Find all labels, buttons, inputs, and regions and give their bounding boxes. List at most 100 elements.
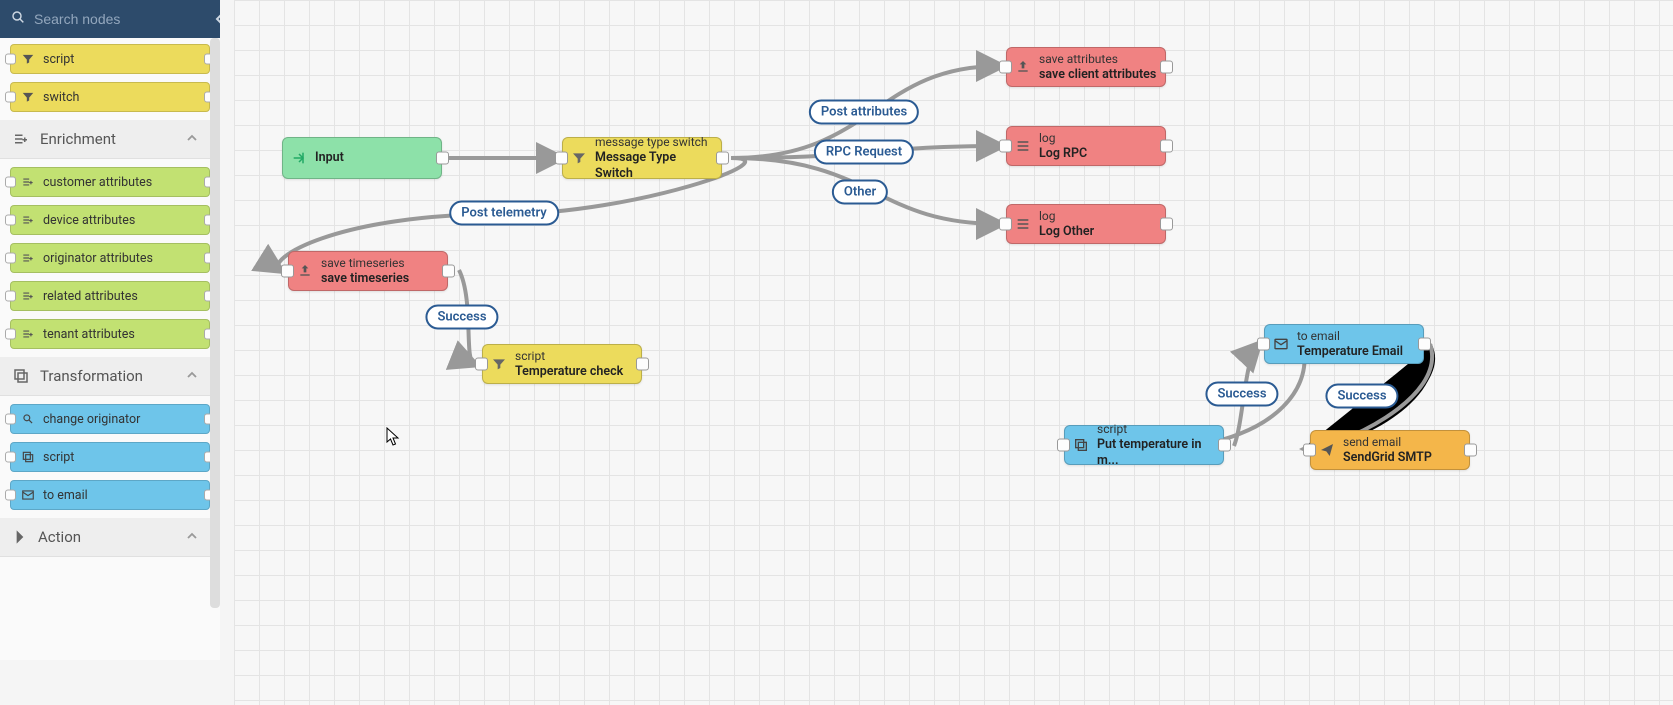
- node-port[interactable]: [555, 152, 568, 165]
- node-port[interactable]: [5, 452, 16, 463]
- collapse-sidebar-button[interactable]: [215, 10, 220, 28]
- node-port[interactable]: [1303, 444, 1316, 457]
- palette-node-change-originator[interactable]: change originator: [10, 404, 210, 434]
- edge-label-success[interactable]: Success: [1325, 384, 1398, 409]
- enrich-icon: [21, 213, 35, 227]
- section-transformation[interactable]: Transformation: [0, 357, 220, 396]
- palette-node-switch[interactable]: switch: [10, 82, 210, 112]
- palette-node-label: script: [43, 450, 74, 465]
- search-input[interactable]: [34, 11, 215, 27]
- send-icon: [1319, 442, 1335, 458]
- node-port[interactable]: [436, 152, 449, 165]
- node-port[interactable]: [1418, 338, 1431, 351]
- input-icon: [291, 150, 307, 166]
- section-action[interactable]: Action: [0, 518, 220, 557]
- node-port[interactable]: [999, 218, 1012, 231]
- palette-node-originator-attributes[interactable]: originator attributes: [10, 243, 210, 273]
- search-bar: [0, 0, 220, 38]
- search-replace-icon: [21, 412, 35, 426]
- enrich-icon: [21, 175, 35, 189]
- node-port[interactable]: [1160, 218, 1173, 231]
- canvas[interactable]: Input message type switch Message Type S…: [234, 0, 1673, 705]
- node-input[interactable]: Input: [282, 137, 442, 179]
- list-icon: [1015, 138, 1031, 154]
- node-name-label: Log RPC: [1039, 146, 1087, 162]
- palette-node-label: to email: [43, 488, 88, 503]
- node-port[interactable]: [1464, 444, 1477, 457]
- node-label: Input: [315, 150, 344, 166]
- node-log-other[interactable]: log Log Other: [1006, 204, 1166, 244]
- edge-label-rpc-request[interactable]: RPC Request: [814, 140, 914, 165]
- chevron-up-icon: [186, 130, 208, 148]
- node-port[interactable]: [5, 92, 16, 103]
- edge-label-success[interactable]: Success: [425, 305, 498, 330]
- palette-node-script[interactable]: script: [10, 44, 210, 74]
- node-name-label: SendGrid SMTP: [1343, 450, 1432, 466]
- palette-node-label: change originator: [43, 412, 140, 427]
- node-temperature-check[interactable]: script Temperature check: [482, 344, 642, 384]
- node-port[interactable]: [1160, 61, 1173, 74]
- edge-label-other[interactable]: Other: [832, 180, 888, 205]
- filter-icon: [571, 150, 587, 166]
- palette-node-device-attributes[interactable]: device attributes: [10, 205, 210, 235]
- palette-node-transform-script[interactable]: script: [10, 442, 210, 472]
- search-icon: [10, 9, 26, 29]
- node-port[interactable]: [5, 253, 16, 264]
- node-name-label: Temperature check: [515, 364, 623, 380]
- palette-node-customer-attributes[interactable]: customer attributes: [10, 167, 210, 197]
- node-port[interactable]: [5, 54, 16, 65]
- edges-layer: [234, 0, 1673, 705]
- node-name-label: save timeseries: [321, 271, 409, 287]
- node-port[interactable]: [716, 152, 729, 165]
- palette-node-tenant-attributes[interactable]: tenant attributes: [10, 319, 210, 349]
- node-port[interactable]: [5, 291, 16, 302]
- node-type-label: save attributes: [1039, 52, 1156, 67]
- node-port[interactable]: [1057, 439, 1070, 452]
- upload-icon: [297, 263, 313, 279]
- palette-node-label: tenant attributes: [43, 327, 135, 342]
- node-port[interactable]: [5, 177, 16, 188]
- chevron-up-icon: [186, 367, 208, 385]
- palette-node-to-email[interactable]: to email: [10, 480, 210, 510]
- filter-icon: [491, 356, 507, 372]
- palette-node-label: customer attributes: [43, 175, 152, 190]
- node-save-attributes[interactable]: save attributes save client attributes: [1006, 47, 1166, 87]
- node-type-label: save timeseries: [321, 256, 409, 271]
- node-port[interactable]: [1257, 338, 1270, 351]
- node-port[interactable]: [999, 61, 1012, 74]
- email-icon: [21, 488, 35, 502]
- node-to-email[interactable]: to email Temperature Email: [1264, 324, 1424, 364]
- palette-node-related-attributes[interactable]: related attributes: [10, 281, 210, 311]
- chevron-up-icon: [186, 528, 208, 546]
- node-send-email[interactable]: send email SendGrid SMTP: [1310, 430, 1470, 470]
- section-enrichment[interactable]: Enrichment: [0, 120, 220, 159]
- node-name-label: Log Other: [1039, 224, 1094, 240]
- node-port[interactable]: [281, 265, 294, 278]
- node-port[interactable]: [475, 358, 488, 371]
- edge-label-post-telemetry[interactable]: Post telemetry: [449, 201, 559, 226]
- node-port[interactable]: [1160, 140, 1173, 153]
- sidebar-scrollbar[interactable]: [210, 38, 220, 608]
- palette-node-label: related attributes: [43, 289, 138, 304]
- node-log-rpc[interactable]: log Log RPC: [1006, 126, 1166, 166]
- node-type-label: message type switch: [595, 135, 713, 150]
- section-title: Transformation: [40, 367, 143, 385]
- node-port[interactable]: [1218, 439, 1231, 452]
- sidebar: script switch Enrichment customer attrib…: [0, 0, 220, 660]
- node-save-timeseries[interactable]: save timeseries save timeseries: [288, 251, 448, 291]
- node-type-label: script: [1097, 422, 1215, 437]
- node-port[interactable]: [5, 414, 16, 425]
- palette-node-label: originator attributes: [43, 251, 153, 266]
- node-port[interactable]: [5, 215, 16, 226]
- node-put-temperature-script[interactable]: script Put temperature in m...: [1064, 425, 1224, 465]
- node-port[interactable]: [442, 265, 455, 278]
- node-port[interactable]: [999, 140, 1012, 153]
- edge-label-success[interactable]: Success: [1205, 382, 1278, 407]
- node-port[interactable]: [5, 329, 16, 340]
- node-port[interactable]: [5, 490, 16, 501]
- node-message-type-switch[interactable]: message type switch Message Type Switch: [562, 137, 722, 179]
- email-icon: [1273, 336, 1289, 352]
- edge-label-post-attributes[interactable]: Post attributes: [809, 100, 919, 125]
- node-type-label: log: [1039, 131, 1087, 146]
- node-port[interactable]: [636, 358, 649, 371]
